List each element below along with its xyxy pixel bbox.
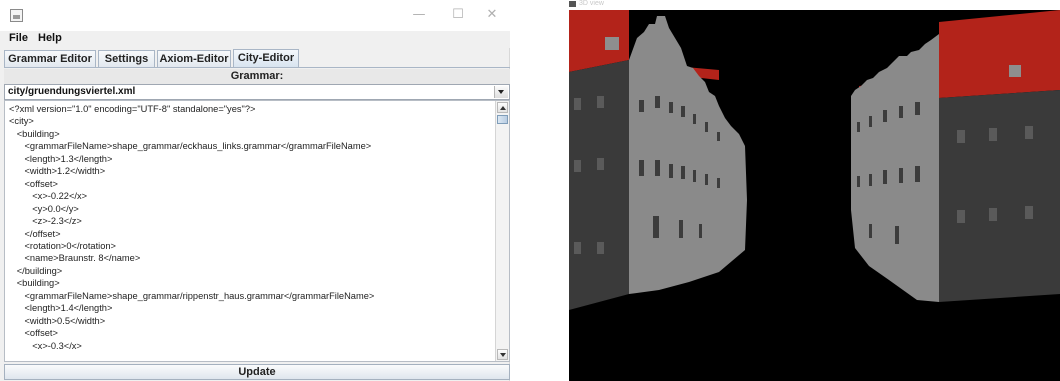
java-app-icon — [569, 1, 576, 7]
arrow-down-icon[interactable] — [497, 349, 508, 360]
vertical-scrollbar[interactable] — [495, 101, 509, 361]
tab-grammar-editor[interactable]: Grammar Editor — [4, 50, 96, 67]
xml-editor[interactable]: <?xml version="1.0" encoding="UTF-8" sta… — [4, 100, 510, 362]
city-3d-viewport[interactable] — [569, 10, 1060, 381]
menu-help[interactable]: Help — [38, 32, 62, 44]
xml-code-text[interactable]: <?xml version="1.0" encoding="UTF-8" sta… — [9, 103, 497, 352]
menu-file[interactable]: File — [9, 32, 28, 44]
java-app-icon — [10, 9, 23, 22]
ground — [569, 310, 1060, 381]
viewer-title: 3D view — [579, 0, 604, 7]
chevron-down-icon[interactable] — [494, 86, 508, 98]
editor-window: — ☐ ✕ File Help Grammar Editor Settings … — [0, 0, 510, 381]
tab-settings[interactable]: Settings — [98, 50, 155, 67]
grammar-section-label: Grammar: — [4, 69, 510, 84]
dormer-left — [605, 37, 619, 50]
building-right-front — [939, 90, 1060, 302]
tab-axiom-editor[interactable]: Axiom-Editor — [157, 50, 231, 67]
tab-city-editor[interactable]: City-Editor — [233, 49, 299, 68]
tab-divider — [4, 67, 510, 68]
scrollbar-thumb[interactable] — [497, 115, 508, 124]
menu-bar: File Help — [0, 31, 510, 48]
update-button[interactable]: Update — [4, 364, 510, 380]
file-select[interactable]: city/gruendungsviertel.xml — [4, 84, 510, 100]
dormer-right — [1009, 65, 1021, 77]
minimize-button[interactable]: — — [406, 6, 432, 24]
maximize-button[interactable]: ☐ — [445, 6, 471, 24]
roof-right-front — [939, 10, 1060, 98]
title-bar[interactable]: — ☐ ✕ — [0, 0, 510, 31]
file-select-value: city/gruendungsviertel.xml — [8, 86, 136, 97]
viewer-title-bar[interactable]: 3D view — [569, 0, 1060, 10]
close-button[interactable]: ✕ — [479, 6, 505, 24]
arrow-up-icon[interactable] — [497, 102, 508, 113]
